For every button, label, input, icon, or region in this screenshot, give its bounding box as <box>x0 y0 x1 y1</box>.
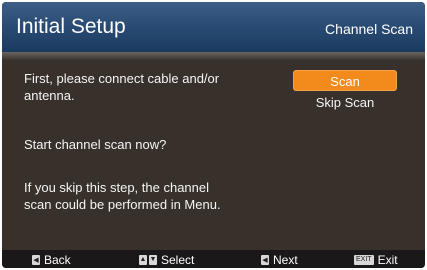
skip-scan-button[interactable]: Skip Scan <box>293 93 397 113</box>
footer-bar: ◀ Back ▲ ▼ Select ◀ Next EXIT Exit <box>2 250 425 268</box>
scan-button[interactable]: Scan <box>293 70 397 91</box>
left-arrow-icon: ◀ <box>32 254 40 265</box>
setup-window: Initial Setup Channel Scan First, please… <box>2 2 425 268</box>
question-text: Start channel scan now? <box>24 137 167 152</box>
down-arrow-icon: ▼ <box>149 254 157 265</box>
up-arrow-icon: ▲ <box>139 254 147 265</box>
page-subtitle: Channel Scan <box>325 21 413 37</box>
back-label: Back <box>44 252 71 267</box>
exit-label: Exit <box>377 252 398 267</box>
exit-hint[interactable]: EXIT Exit <box>354 252 398 267</box>
left-arrow-icon: ◀ <box>261 254 269 265</box>
select-hint[interactable]: ▲ ▼ Select <box>139 252 195 267</box>
note-text: If you skip this step, the channel scan … <box>24 180 221 212</box>
header-divider <box>2 52 425 60</box>
exit-key-icon: EXIT <box>354 254 374 265</box>
next-hint[interactable]: ◀ Next <box>261 252 298 267</box>
next-label: Next <box>273 252 298 267</box>
header-bar: Initial Setup Channel Scan <box>2 2 425 52</box>
instruction-text: First, please connect cable and/or anten… <box>24 71 220 103</box>
back-hint[interactable]: ◀ Back <box>32 252 71 267</box>
select-label: Select <box>161 252 195 267</box>
page-title: Initial Setup <box>16 15 126 38</box>
